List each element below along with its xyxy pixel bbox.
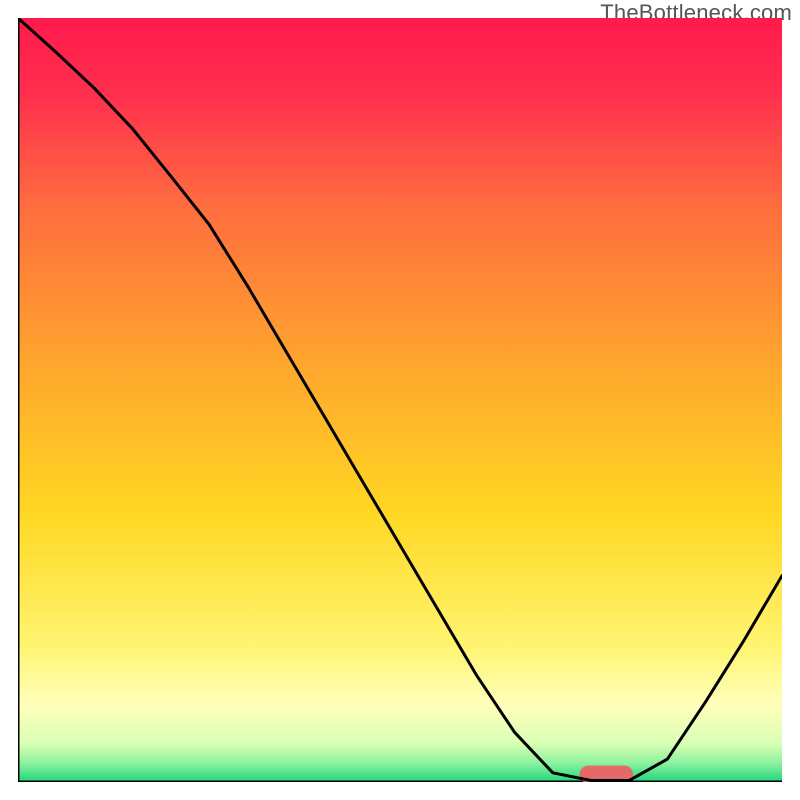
chart-svg — [18, 18, 782, 782]
gradient-background — [18, 18, 782, 782]
plot-area — [18, 18, 782, 782]
chart-frame: TheBottleneck.com — [0, 0, 800, 800]
